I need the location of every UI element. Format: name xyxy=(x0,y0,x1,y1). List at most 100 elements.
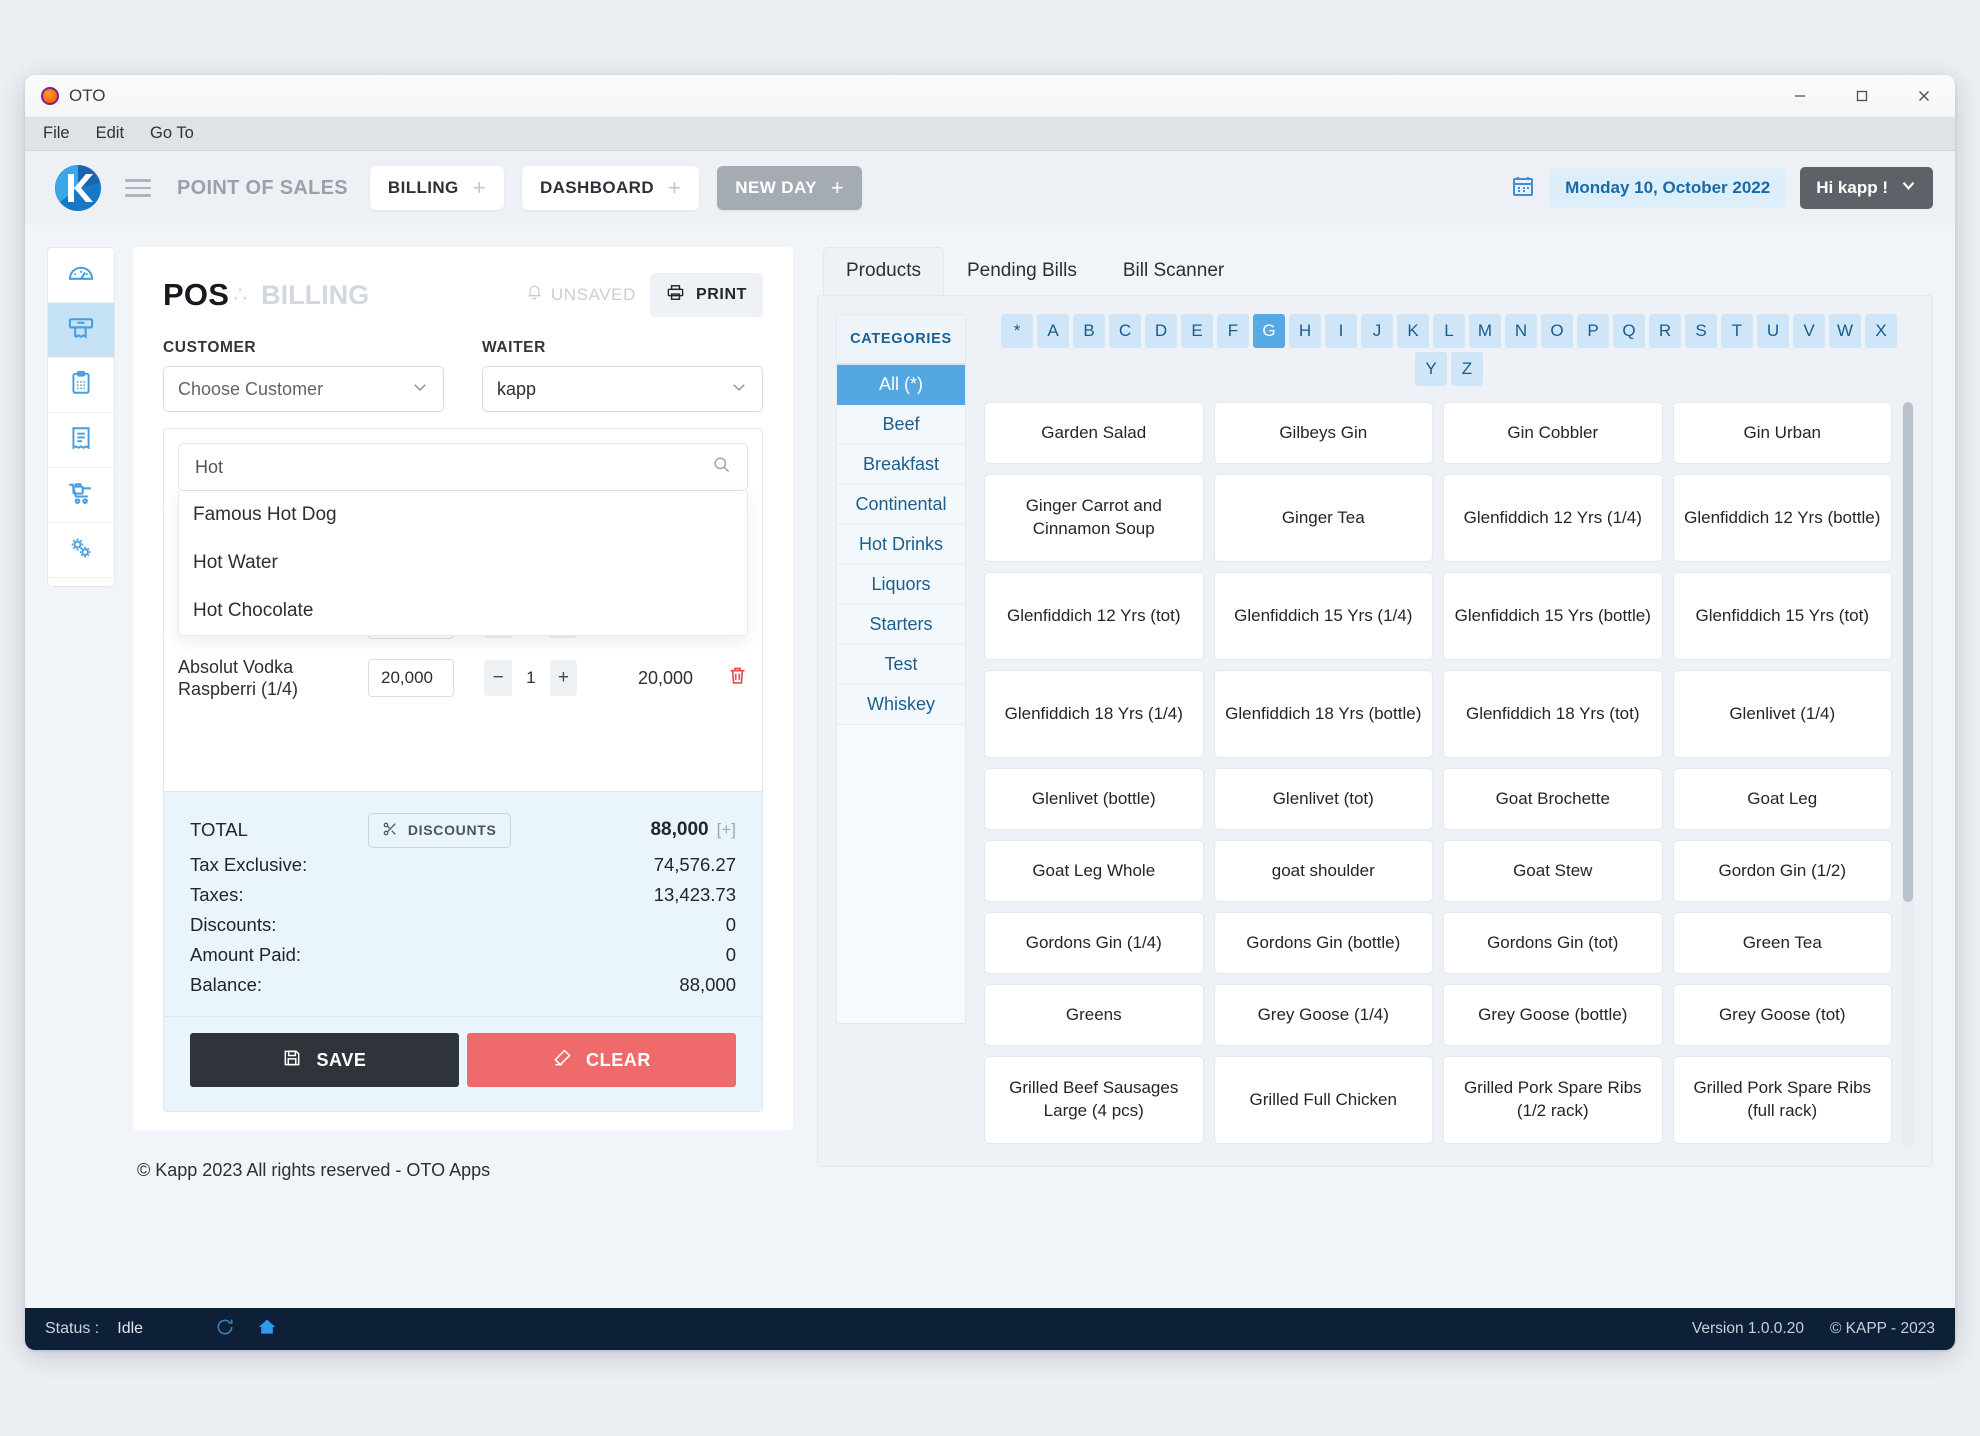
product-card[interactable]: Glenlivet (1/4) xyxy=(1672,670,1892,758)
category-item-beef[interactable]: Beef xyxy=(837,405,965,445)
product-card[interactable]: Glenfiddich 12 Yrs (bottle) xyxy=(1672,474,1892,562)
user-menu-button[interactable]: Hi kapp ! xyxy=(1800,167,1933,209)
tab-pending-bills[interactable]: Pending Bills xyxy=(944,247,1100,295)
category-item-all[interactable]: All (*) xyxy=(837,365,965,405)
product-card[interactable]: Ginger Carrot and Cinnamon Soup xyxy=(984,474,1204,562)
menu-item-edit[interactable]: Edit xyxy=(96,124,124,143)
product-card[interactable]: Gin Urban xyxy=(1672,402,1892,464)
alpha-filter-z[interactable]: Z xyxy=(1451,352,1483,386)
product-card[interactable]: Glenfiddich 15 Yrs (1/4) xyxy=(1213,572,1433,660)
alpha-filter-star[interactable]: * xyxy=(1001,314,1033,348)
category-item-starters[interactable]: Starters xyxy=(837,605,965,645)
alpha-filter-j[interactable]: J xyxy=(1361,314,1393,348)
product-card[interactable]: Gordons Gin (1/4) xyxy=(984,912,1204,974)
alpha-filter-u[interactable]: U xyxy=(1757,314,1789,348)
alpha-filter-c[interactable]: C xyxy=(1109,314,1141,348)
product-card[interactable]: Glenlivet (bottle) xyxy=(984,768,1204,830)
alpha-filter-i[interactable]: I xyxy=(1325,314,1357,348)
product-card[interactable]: Glenfiddich 18 Yrs (1/4) xyxy=(984,670,1204,758)
product-card[interactable]: Ginger Tea xyxy=(1213,474,1433,562)
current-date-display[interactable]: Monday 10, October 2022 xyxy=(1549,169,1787,207)
nav-billing-button[interactable]: BILLING + xyxy=(369,166,504,210)
suggestion-item[interactable]: Hot Water xyxy=(179,539,747,587)
alpha-filter-h[interactable]: H xyxy=(1289,314,1321,348)
quantity-value[interactable]: 1 xyxy=(512,660,550,696)
sidebar-item-settings[interactable] xyxy=(48,523,114,578)
alpha-filter-o[interactable]: O xyxy=(1541,314,1573,348)
close-icon[interactable] xyxy=(1893,75,1955,117)
alpha-filter-y[interactable]: Y xyxy=(1415,352,1447,386)
product-card[interactable]: Gilbeys Gin xyxy=(1213,402,1433,464)
nav-dashboard-button[interactable]: DASHBOARD + xyxy=(521,166,700,210)
sidebar-item-billing[interactable] xyxy=(48,303,114,358)
product-card[interactable]: Grilled Beef Sausages Large (4 pcs) xyxy=(984,1056,1204,1144)
alpha-filter-s[interactable]: S xyxy=(1685,314,1717,348)
menu-item-file[interactable]: File xyxy=(43,124,70,143)
category-item-whiskey[interactable]: Whiskey xyxy=(837,685,965,725)
product-card[interactable]: Glenfiddich 15 Yrs (bottle) xyxy=(1443,572,1663,660)
product-search-input[interactable]: Hot xyxy=(178,443,748,491)
tab-products[interactable]: Products xyxy=(823,247,944,295)
save-button[interactable]: SAVE xyxy=(190,1033,459,1087)
sidebar-item-cart[interactable] xyxy=(48,468,114,523)
sidebar-item-dashboard[interactable] xyxy=(48,248,114,303)
product-card[interactable]: Glenfiddich 18 Yrs (bottle) xyxy=(1213,670,1433,758)
product-card[interactable]: Green Tea xyxy=(1672,912,1892,974)
product-card[interactable]: Greens xyxy=(984,984,1204,1046)
alpha-filter-w[interactable]: W xyxy=(1829,314,1861,348)
alpha-filter-g[interactable]: G xyxy=(1253,314,1285,348)
product-card[interactable]: Grilled Full Chicken xyxy=(1213,1056,1433,1144)
tab-bill-scanner[interactable]: Bill Scanner xyxy=(1100,247,1247,295)
calendar-icon[interactable] xyxy=(1511,174,1535,203)
alpha-filter-e[interactable]: E xyxy=(1181,314,1213,348)
alpha-filter-v[interactable]: V xyxy=(1793,314,1825,348)
product-card[interactable]: Gin Cobbler xyxy=(1443,402,1663,464)
product-card[interactable]: Gordons Gin (tot) xyxy=(1443,912,1663,974)
category-item-hot-drinks[interactable]: Hot Drinks xyxy=(837,525,965,565)
alpha-filter-l[interactable]: L xyxy=(1433,314,1465,348)
product-card[interactable]: Grey Goose (1/4) xyxy=(1213,984,1433,1046)
product-card[interactable]: Glenfiddich 15 Yrs (tot) xyxy=(1672,572,1892,660)
alpha-filter-b[interactable]: B xyxy=(1073,314,1105,348)
minimize-icon[interactable] xyxy=(1769,75,1831,117)
print-button[interactable]: PRINT xyxy=(650,273,763,317)
nav-new-day-button[interactable]: NEW DAY + xyxy=(717,166,863,210)
product-card[interactable]: Goat Stew xyxy=(1443,840,1663,902)
sidebar-item-reports[interactable] xyxy=(48,578,114,586)
discounts-button[interactable]: DISCOUNTS xyxy=(367,812,511,848)
sidebar-item-orders[interactable] xyxy=(48,358,114,413)
product-card[interactable]: Glenfiddich 18 Yrs (tot) xyxy=(1443,670,1663,758)
suggestion-item[interactable]: Hot Chocolate xyxy=(179,587,747,635)
alpha-filter-d[interactable]: D xyxy=(1145,314,1177,348)
product-card[interactable]: Grilled Pork Spare Ribs (1/2 rack) xyxy=(1443,1056,1663,1144)
alpha-filter-p[interactable]: P xyxy=(1577,314,1609,348)
clear-button[interactable]: CLEAR xyxy=(467,1033,736,1087)
suggestion-item[interactable]: Famous Hot Dog xyxy=(179,491,747,539)
sidebar-item-invoices[interactable] xyxy=(48,413,114,468)
category-item-continental[interactable]: Continental xyxy=(837,485,965,525)
category-item-test[interactable]: Test xyxy=(837,645,965,685)
scrollbar-thumb[interactable] xyxy=(1903,402,1913,902)
delete-line-item-button[interactable] xyxy=(727,665,748,691)
alpha-filter-f[interactable]: F xyxy=(1217,314,1249,348)
alpha-filter-r[interactable]: R xyxy=(1649,314,1681,348)
refresh-icon[interactable] xyxy=(215,1317,235,1342)
product-card[interactable]: Grey Goose (bottle) xyxy=(1443,984,1663,1046)
alpha-filter-x[interactable]: X xyxy=(1865,314,1897,348)
waiter-select[interactable]: kapp xyxy=(482,366,763,412)
hamburger-menu-icon[interactable] xyxy=(125,174,151,202)
category-item-breakfast[interactable]: Breakfast xyxy=(837,445,965,485)
product-card[interactable]: goat shoulder xyxy=(1213,840,1433,902)
product-card[interactable]: Glenfiddich 12 Yrs (tot) xyxy=(984,572,1204,660)
alpha-filter-a[interactable]: A xyxy=(1037,314,1069,348)
product-card[interactable]: Gordon Gin (1/2) xyxy=(1672,840,1892,902)
expand-total-icon[interactable]: [+] xyxy=(717,820,736,840)
alpha-filter-m[interactable]: M xyxy=(1469,314,1501,348)
product-card[interactable]: Goat Leg xyxy=(1672,768,1892,830)
menu-item-goto[interactable]: Go To xyxy=(150,124,194,143)
maximize-icon[interactable] xyxy=(1831,75,1893,117)
product-card[interactable]: Glenfiddich 12 Yrs (1/4) xyxy=(1443,474,1663,562)
products-scrollbar[interactable] xyxy=(1902,402,1914,1148)
product-card[interactable]: Goat Brochette xyxy=(1443,768,1663,830)
quantity-increment-button[interactable]: + xyxy=(549,660,578,696)
